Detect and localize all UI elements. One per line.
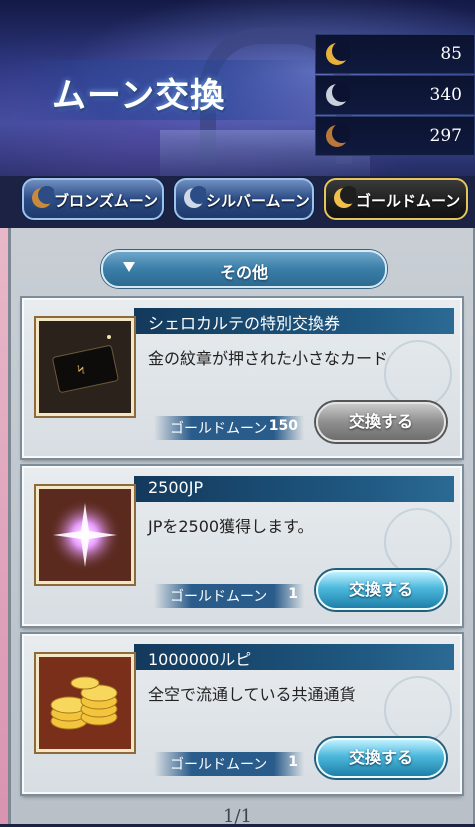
left-edge-decoration xyxy=(0,228,8,824)
tab-label: ゴールドムーン xyxy=(356,192,461,210)
bronze-moon-icon xyxy=(32,186,54,208)
bronze-moon-counter: 297 xyxy=(315,116,475,156)
cost-currency: ゴールドムーン xyxy=(170,757,268,773)
ornament-decoration xyxy=(384,340,452,408)
gold-moon-counter: 85 xyxy=(315,34,475,74)
item-description: 全空で流通している共通通貨 xyxy=(148,685,356,704)
exchange-button[interactable]: 交換する xyxy=(316,570,446,610)
ornament-decoration xyxy=(384,676,452,744)
header-banner: ムーン交換 85 340 297 xyxy=(0,0,475,176)
silver-moon-icon xyxy=(326,82,350,106)
gold-moon-count: 85 xyxy=(440,44,462,64)
tab-gold-moon[interactable]: ゴールドムーン xyxy=(324,178,468,220)
item-description: 金の紋章が押された小さなカード xyxy=(148,349,389,368)
exchange-button[interactable]: 交換する xyxy=(316,738,446,778)
exchange-item-card: 1000000ルピ 全空で流通している共通通貨 ゴールドムーン 1 交換する xyxy=(22,634,462,794)
bronze-moon-count: 297 xyxy=(429,126,462,146)
moon-counters: 85 340 297 xyxy=(315,34,475,157)
cost-currency: ゴールドムーン xyxy=(170,421,268,437)
tab-bronze-moon[interactable]: ブロンズムーン xyxy=(22,178,164,220)
bronze-moon-icon xyxy=(326,123,350,147)
ornament-decoration xyxy=(384,508,452,576)
cost-currency: ゴールドムーン xyxy=(170,589,268,605)
exchange-button[interactable]: 交換する xyxy=(316,402,446,442)
gold-coins-icon xyxy=(36,654,134,752)
filter-label: その他 xyxy=(219,263,268,282)
tab-silver-moon[interactable]: シルバームーン xyxy=(174,178,314,220)
gold-moon-icon xyxy=(334,186,356,208)
cost-value: 1 xyxy=(288,754,298,770)
moon-type-tabs: ブロンズムーン シルバームーン ゴールドムーン xyxy=(0,178,475,222)
tab-label: シルバームーン xyxy=(206,192,310,210)
gold-moon-icon xyxy=(326,41,350,65)
category-filter-dropdown[interactable]: その他 xyxy=(101,250,387,288)
exchange-item-card: シェロカルテの特別交換券 Ϟ 金の紋章が押された小さなカード ゴールドムーン 1… xyxy=(22,298,462,458)
item-description: JPを2500獲得します。 xyxy=(148,517,314,536)
silver-moon-icon xyxy=(184,186,206,208)
cost-value: 150 xyxy=(268,418,298,434)
sparkle-orb-icon xyxy=(36,486,134,584)
silver-moon-count: 340 xyxy=(429,85,462,105)
item-name: 2500JP xyxy=(148,478,204,497)
item-name: 1000000ルピ xyxy=(148,650,252,669)
tab-label: ブロンズムーン xyxy=(54,192,158,210)
card-icon: Ϟ xyxy=(36,318,134,416)
page-title: ムーン交換 xyxy=(52,76,226,116)
silver-moon-counter: 340 xyxy=(315,75,475,115)
item-name: シェロカルテの特別交換券 xyxy=(148,314,341,333)
exchange-item-card: 2500JP JPを2500獲得します。 ゴールドムーン 1 交換する xyxy=(22,466,462,626)
cost-value: 1 xyxy=(288,586,298,602)
